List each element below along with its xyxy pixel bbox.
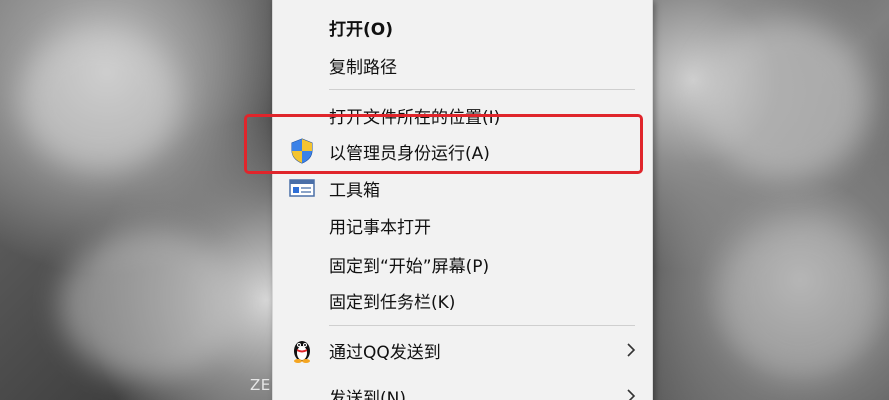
menu-separator [329, 89, 635, 90]
menu-item-pin-to-taskbar[interactable]: 固定到任务栏(K) [273, 283, 652, 317]
background-blur-spot [720, 220, 880, 380]
menu-item-label: 发送到(N) [329, 388, 406, 400]
desktop-icon-label[interactable]: ZE [250, 376, 271, 394]
menu-item-label: 固定到“开始”屏幕(P) [329, 256, 490, 277]
uac-shield-icon [289, 138, 315, 164]
menu-item-copy-path[interactable]: 复制路径 [273, 48, 652, 82]
menu-item-pin-to-start[interactable]: 固定到“开始”屏幕(P) [273, 247, 652, 281]
menu-item-label: 打开文件所在的位置(I) [329, 107, 501, 128]
menu-separator [329, 325, 635, 326]
submenu-arrow-icon [627, 343, 636, 357]
menu-item-label: 复制路径 [329, 57, 397, 78]
background-blur-spot [700, 20, 870, 180]
desktop-background: ZE 打开(O) 复制路径 打开文件所在的位置(I) 以管理员身份运行(A) 工… [0, 0, 889, 400]
menu-item-send-via-qq[interactable]: 通过QQ发送到 [273, 333, 652, 367]
menu-item-toolbox[interactable]: 工具箱 [273, 171, 652, 205]
context-menu: 打开(O) 复制路径 打开文件所在的位置(I) 以管理员身份运行(A) 工具箱 … [272, 0, 653, 400]
background-blur-spot [20, 30, 180, 170]
submenu-arrow-icon [627, 389, 636, 400]
menu-item-send-to[interactable]: 发送到(N) [273, 379, 652, 400]
menu-item-label: 固定到任务栏(K) [329, 292, 456, 313]
menu-item-label: 通过QQ发送到 [329, 342, 441, 363]
background-blur-spot [60, 230, 240, 380]
menu-item-label: 打开(O) [329, 19, 393, 40]
qq-penguin-icon [289, 337, 315, 363]
menu-item-run-as-admin[interactable]: 以管理员身份运行(A) [273, 134, 652, 168]
menu-item-open[interactable]: 打开(O) [273, 10, 652, 44]
menu-item-open-with-notepad[interactable]: 用记事本打开 [273, 208, 652, 242]
menu-item-label: 用记事本打开 [329, 217, 431, 238]
menu-item-label: 工具箱 [329, 180, 380, 201]
toolbox-icon [289, 175, 315, 201]
menu-item-label: 以管理员身份运行(A) [329, 143, 490, 164]
menu-item-open-file-location[interactable]: 打开文件所在的位置(I) [273, 98, 652, 132]
